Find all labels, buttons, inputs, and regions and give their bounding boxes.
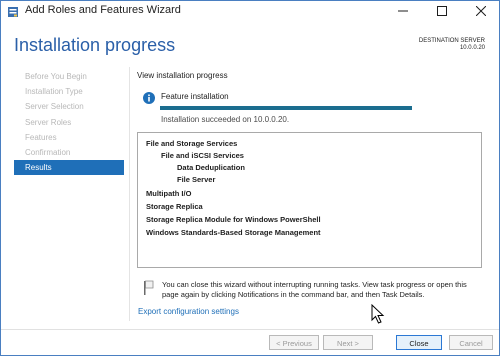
mouse-pointer-icon	[371, 303, 385, 324]
view-progress-label: View installation progress	[137, 71, 228, 80]
result-item: Storage Replica	[146, 202, 203, 211]
close-icon	[476, 6, 486, 16]
next-button[interactable]: Next >	[323, 335, 373, 350]
minimize-button[interactable]	[388, 1, 418, 21]
progress-fill	[160, 106, 412, 110]
export-configuration-link[interactable]: Export configuration settings	[138, 307, 239, 316]
wizard-nav: Before You Begin Installation Type Serve…	[14, 69, 124, 176]
nav-item-before-you-begin: Before You Begin	[25, 72, 87, 81]
results-list[interactable]: File and Storage Services File and iSCSI…	[137, 132, 482, 268]
installation-progress-bar	[160, 106, 412, 110]
info-icon	[143, 91, 155, 104]
page-header: Installation progress DESTINATION SERVER…	[1, 21, 499, 67]
wizard-window: Add Roles and Features Wizard Installati…	[0, 0, 500, 356]
result-item: File and iSCSI Services	[161, 151, 244, 160]
nav-item-confirmation: Confirmation	[25, 147, 71, 157]
note-flag-icon	[142, 280, 154, 296]
nav-item-results[interactable]: Results	[14, 160, 124, 176]
result-item: File and Storage Services	[146, 139, 238, 148]
result-item: Storage Replica Module for Windows Power…	[146, 215, 321, 224]
nav-item-features: Features	[25, 132, 57, 142]
result-item: Windows Standards-Based Storage Manageme…	[146, 228, 321, 237]
installation-status-text: Installation succeeded on 10.0.0.20.	[161, 115, 290, 124]
cancel-button[interactable]: Cancel	[449, 335, 493, 350]
nav-item-installation-type: Installation Type	[25, 87, 83, 97]
close-window-button[interactable]	[466, 1, 496, 21]
maximize-icon	[437, 6, 447, 16]
result-item: Data Deduplication	[177, 163, 245, 172]
nav-item-server-roles: Server Roles	[25, 117, 72, 127]
nav-item-server-selection: Server Selection	[25, 102, 84, 112]
maximize-button[interactable]	[427, 1, 457, 21]
previous-button[interactable]: < Previous	[269, 335, 319, 350]
close-button[interactable]: Close	[396, 335, 442, 350]
server-manager-icon	[7, 5, 19, 17]
main-content: View installation progress Feature insta…	[129, 67, 492, 321]
close-wizard-note: You can close this wizard without interr…	[162, 280, 467, 299]
title-bar[interactable]: Add Roles and Features Wizard	[1, 1, 499, 21]
result-item: File Server	[177, 175, 216, 184]
result-item: Multipath I/O	[146, 189, 192, 198]
window-title: Add Roles and Features Wizard	[25, 4, 181, 16]
page-title: Installation progress	[14, 35, 176, 55]
wizard-footer: < Previous Next > Close Cancel	[1, 329, 499, 355]
minimize-icon	[398, 10, 408, 12]
destination-server-label: DESTINATION SERVER	[418, 38, 485, 44]
feature-installation-label: Feature installation	[161, 92, 229, 101]
destination-server-value: 10.0.0.20	[459, 45, 485, 51]
